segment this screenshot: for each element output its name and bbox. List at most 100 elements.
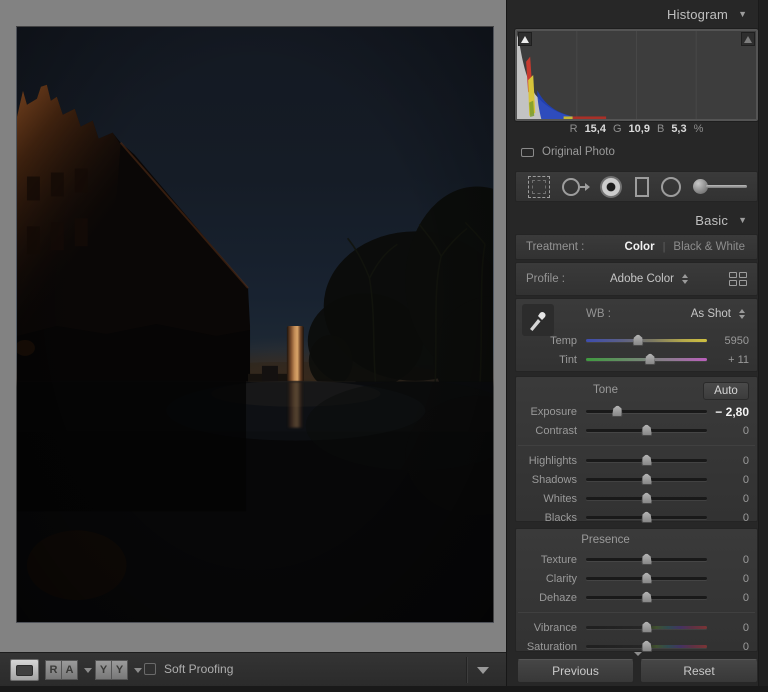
dehaze-slider-row: Dehaze 0 <box>516 588 757 607</box>
panel-scroll-indicator[interactable] <box>634 652 642 656</box>
vibrance-slider-thumb[interactable] <box>641 621 652 633</box>
crop-overlay-icon[interactable] <box>528 175 550 198</box>
saturation-slider[interactable] <box>586 640 707 652</box>
vibrance-value[interactable]: 0 <box>707 622 749 634</box>
readout-suffix: % <box>693 123 704 135</box>
view-toolbar: R A Y Y Soft Proofing <box>0 652 506 686</box>
highlight-clipping-indicator[interactable] <box>741 32 755 46</box>
shadows-slider-thumb[interactable] <box>641 473 652 485</box>
exposure-value[interactable]: − 2,80 <box>707 405 749 419</box>
after-cell[interactable]: Y <box>111 660 128 680</box>
saturation-label: Saturation <box>526 640 577 653</box>
dehaze-slider[interactable] <box>586 591 707 603</box>
compare-active-cell[interactable]: A <box>61 660 78 680</box>
adjustment-brush-icon[interactable] <box>692 177 747 197</box>
loupe-view-button[interactable] <box>10 659 39 681</box>
reset-button[interactable]: Reset <box>640 659 758 683</box>
tint-slider-thumb[interactable] <box>644 353 656 365</box>
contrast-label: Contrast <box>535 424 577 437</box>
contrast-slider[interactable] <box>586 424 707 436</box>
graduated-filter-icon[interactable] <box>634 176 649 197</box>
shadow-clipping-indicator[interactable] <box>518 32 532 46</box>
texture-slider[interactable] <box>586 553 707 565</box>
toolbar-options-dropdown-icon[interactable] <box>477 667 489 674</box>
spot-removal-icon[interactable] <box>562 177 591 196</box>
soft-proofing-label: Soft Proofing <box>164 662 234 676</box>
whites-slider[interactable] <box>586 492 707 504</box>
clarity-label: Clarity <box>545 572 577 585</box>
whites-slider-thumb[interactable] <box>641 492 652 504</box>
histogram-collapse-icon[interactable]: ▼ <box>738 9 747 19</box>
before-after-dropdown-icon[interactable] <box>134 668 142 673</box>
profile-select[interactable]: Adobe Color <box>610 273 674 285</box>
temp-slider-thumb[interactable] <box>632 334 644 346</box>
exposure-label: Exposure <box>530 405 577 418</box>
profile-browser-icon[interactable] <box>729 272 747 286</box>
profile-updown-icon[interactable] <box>681 274 688 284</box>
auto-tone-button[interactable]: Auto <box>703 382 749 400</box>
highlights-value[interactable]: 0 <box>707 455 749 467</box>
wb-select[interactable]: As Shot <box>691 308 731 320</box>
histogram-panel-header[interactable]: Histogram ▼ <box>507 2 759 26</box>
image-display-area <box>0 0 506 652</box>
wb-updown-icon[interactable] <box>739 309 745 319</box>
original-photo-label: Original Photo <box>542 146 615 158</box>
contrast-value[interactable]: 0 <box>707 425 749 437</box>
clarity-slider-thumb[interactable] <box>641 572 652 584</box>
shadows-slider[interactable] <box>586 473 707 485</box>
profile-label: Profile : <box>526 273 565 285</box>
saturation-value[interactable]: 0 <box>707 641 749 653</box>
before-after-view-button[interactable]: Y Y <box>95 660 128 680</box>
compare-view-button[interactable]: R A <box>45 660 78 680</box>
readout-g-value: 10,9 <box>628 123 650 135</box>
treatment-bw-option[interactable]: Black & White <box>673 241 745 253</box>
basic-title: Basic <box>695 212 729 228</box>
basic-panel-header[interactable]: Basic ▼ <box>507 208 759 232</box>
contrast-slider-thumb[interactable] <box>641 424 652 436</box>
dehaze-slider-thumb[interactable] <box>641 591 652 603</box>
texture-slider-thumb[interactable] <box>641 553 652 565</box>
temp-value[interactable]: 5950 <box>707 335 749 347</box>
blacks-slider-thumb[interactable] <box>641 511 652 523</box>
red-eye-correction-icon[interactable] <box>600 175 623 198</box>
radial-filter-icon[interactable] <box>660 176 681 197</box>
tint-slider[interactable] <box>586 353 707 365</box>
contrast-slider-row: Contrast 0 <box>516 421 757 440</box>
tint-value[interactable]: + 11 <box>707 354 749 366</box>
vignette-overlay <box>17 27 493 622</box>
panel-scrollbar[interactable] <box>758 0 768 692</box>
clarity-slider[interactable] <box>586 572 707 584</box>
temp-slider[interactable] <box>586 334 707 346</box>
presence-section: Presence Texture 0 Clarity 0 Dehaze 0 Vi… <box>515 528 758 653</box>
shadows-value[interactable]: 0 <box>707 474 749 486</box>
whites-value[interactable]: 0 <box>707 493 749 505</box>
blacks-slider[interactable] <box>586 511 707 523</box>
soft-proofing-checkbox[interactable] <box>144 663 156 675</box>
clarity-value[interactable]: 0 <box>707 573 749 585</box>
blacks-value[interactable]: 0 <box>707 512 749 524</box>
saturation-slider-thumb[interactable] <box>641 640 652 652</box>
exposure-slider[interactable] <box>586 405 707 417</box>
photo-canvas[interactable] <box>16 26 494 623</box>
compare-reference-cell[interactable]: R <box>45 660 62 680</box>
vibrance-slider[interactable] <box>586 621 707 633</box>
shadows-label: Shadows <box>531 473 577 486</box>
treatment-color-option[interactable]: Color <box>625 241 655 253</box>
readout-b-label: B <box>656 123 665 135</box>
dehaze-value[interactable]: 0 <box>707 592 749 604</box>
basic-collapse-icon[interactable]: ▼ <box>738 215 747 225</box>
histogram-display[interactable] <box>515 29 758 121</box>
highlights-slider-thumb[interactable] <box>641 454 652 466</box>
tint-label: Tint <box>559 353 577 366</box>
before-cell[interactable]: Y <box>95 660 112 680</box>
texture-label: Texture <box>540 553 577 566</box>
blacks-label: Blacks <box>544 511 577 524</box>
highlights-slider[interactable] <box>586 454 707 466</box>
exposure-slider-thumb[interactable] <box>611 405 623 417</box>
readout-g-label: G <box>612 123 622 135</box>
texture-value[interactable]: 0 <box>707 554 749 566</box>
previous-button[interactable]: Previous <box>517 659 634 683</box>
compare-view-dropdown-icon[interactable] <box>84 668 92 673</box>
eyedropper-icon <box>530 311 546 331</box>
blacks-slider-row: Blacks 0 <box>516 508 757 527</box>
